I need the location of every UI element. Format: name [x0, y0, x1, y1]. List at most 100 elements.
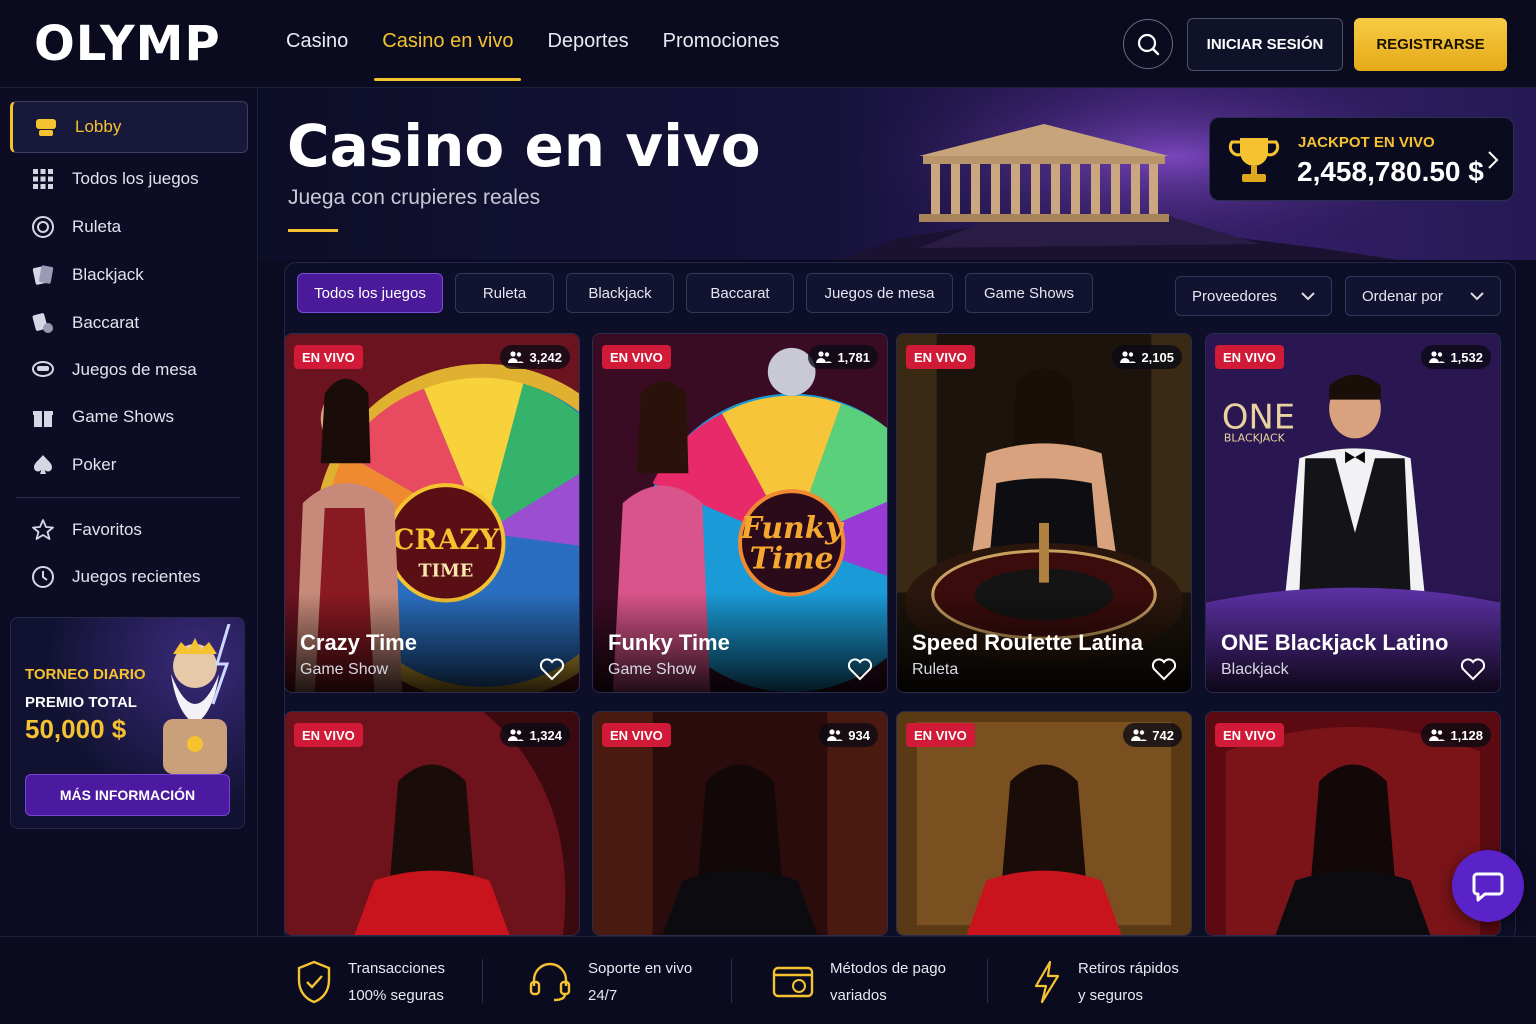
heart-icon[interactable] — [1151, 657, 1177, 681]
feature-line2: y seguros — [1078, 987, 1144, 1004]
filter-baccarat[interactable]: Baccarat — [686, 273, 794, 313]
game-name: ONE Blackjack Latino — [1221, 630, 1449, 655]
sidebar-item-label: Poker — [72, 455, 117, 474]
heart-icon[interactable] — [1460, 657, 1486, 681]
providers-dropdown[interactable]: Proveedores — [1175, 276, 1332, 316]
sidebar-item-label: Blackjack — [72, 265, 144, 284]
sidebar-item-lobby[interactable]: Lobby — [10, 101, 248, 153]
svg-text:Time: Time — [750, 542, 834, 577]
game-card-dealer-1[interactable]: EN VIVO 1,324 — [284, 711, 580, 936]
sidebar-item-baccarat[interactable]: Baccarat — [10, 297, 248, 349]
search-icon — [1137, 33, 1160, 56]
tournament-promo: TORNEO DIARIO PREMIO TOTAL 50,000 $ MÁS … — [10, 617, 245, 829]
players-count: 1,324 — [500, 723, 570, 747]
feature-line1: Métodos de pago — [830, 960, 946, 977]
game-name: Speed Roulette Latina — [912, 630, 1144, 655]
nav-deportes[interactable]: Deportes — [547, 30, 628, 67]
cards-icon — [30, 262, 56, 288]
page-title: Casino en vivo — [287, 112, 761, 180]
shield-check-icon — [297, 960, 331, 1004]
filter-todos-los-juegos[interactable]: Todos los juegos — [297, 273, 443, 313]
users-icon — [1429, 729, 1446, 741]
search-button[interactable] — [1123, 19, 1173, 69]
nav-casino-en-vivo[interactable]: Casino en vivo — [374, 30, 522, 81]
game-card-dealer-2[interactable]: EN VIVO 934 — [592, 711, 888, 936]
top-bar: OLYMP Casino Casino en vivo Deportes Pro… — [0, 0, 1536, 88]
page-subtitle: Juega con crupieres reales — [288, 186, 541, 209]
sidebar-item-ruleta[interactable]: Ruleta — [10, 201, 248, 253]
sidebar-item-blackjack[interactable]: Blackjack — [10, 249, 248, 301]
sidebar-item-label: Juegos de mesa — [72, 360, 197, 379]
sidebar-item-label: Lobby — [75, 117, 122, 136]
sidebar-item-poker[interactable]: Poker — [10, 439, 248, 491]
game-name: Funky Time — [608, 630, 730, 655]
feature-fast-withdrawals: Retiros rápidos y seguros — [1032, 955, 1179, 1009]
table-games-icon — [30, 357, 56, 383]
login-button[interactable]: INICIAR SESIÓN — [1187, 18, 1343, 71]
players-count: 1,532 — [1421, 345, 1491, 369]
svg-text:BLACKJACK: BLACKJACK — [1224, 431, 1286, 444]
main-nav: Casino Casino en vivo Deportes Promocion… — [286, 30, 780, 81]
live-badge: EN VIVO — [1215, 723, 1284, 747]
nav-casino[interactable]: Casino — [286, 30, 348, 67]
filter-ruleta[interactable]: Ruleta — [455, 273, 554, 313]
feature-line1: Transacciones — [348, 960, 445, 977]
title-underline — [288, 229, 338, 232]
game-card-funky-time[interactable]: Funky Time EN VIVO 1,781 Funky Time Game… — [592, 333, 888, 693]
game-card-speed-roulette-latina[interactable]: EN VIVO 2,105 Speed Roulette Latina Rule… — [896, 333, 1192, 693]
game-category: Game Show — [608, 661, 697, 678]
live-badge: EN VIVO — [294, 723, 363, 747]
sort-dropdown[interactable]: Ordenar por — [1345, 276, 1501, 316]
sidebar-item-favoritos[interactable]: Favoritos — [10, 504, 248, 556]
svg-text:Funky: Funky — [740, 511, 846, 546]
users-icon — [816, 351, 833, 363]
users-icon — [508, 351, 525, 363]
users-icon — [508, 729, 525, 741]
svg-text:CRAZY: CRAZY — [392, 523, 500, 556]
footer-features: Transacciones 100% seguras Soporte en viv… — [0, 936, 1536, 1024]
users-icon — [1131, 729, 1148, 741]
promo-info-button[interactable]: MÁS INFORMACIÓN — [25, 774, 230, 816]
heart-icon[interactable] — [847, 657, 873, 681]
baccarat-icon — [30, 310, 56, 336]
filter-blackjack[interactable]: Blackjack — [566, 273, 674, 313]
live-badge: EN VIVO — [1215, 345, 1284, 369]
register-button[interactable]: REGISTRARSE — [1354, 18, 1507, 71]
sidebar-item-label: Todos los juegos — [72, 169, 199, 188]
live-chat-button[interactable] — [1452, 850, 1524, 922]
sidebar-item-juegos-recientes[interactable]: Juegos recientes — [10, 551, 248, 603]
sidebar-item-label: Juegos recientes — [72, 567, 201, 586]
sidebar-item-juegos-de-mesa[interactable]: Juegos de mesa — [10, 344, 248, 396]
jackpot-value: 2,458,780.50 $ — [1297, 156, 1484, 187]
filter-game-shows[interactable]: Game Shows — [965, 273, 1093, 313]
game-card-one-blackjack-latino[interactable]: ONE BLACKJACK EN VIVO 1,532 ONE Blackjac… — [1205, 333, 1501, 693]
trophy-icon — [1228, 138, 1280, 182]
players-count: 1,781 — [808, 345, 878, 369]
headset-icon — [529, 962, 571, 1002]
olymp-logo[interactable]: OLYMP — [34, 16, 221, 72]
sidebar-item-label: Favoritos — [72, 520, 142, 539]
sidebar-item-label: Baccarat — [72, 313, 140, 332]
game-card-dealer-3[interactable]: EN VIVO 742 — [896, 711, 1192, 936]
sidebar-item-game-shows[interactable]: Game Shows — [10, 391, 248, 443]
sidebar-item-todos-los-juegos[interactable]: Todos los juegos — [10, 153, 248, 205]
game-name: Crazy Time — [300, 630, 417, 655]
feature-payment-methods: Métodos de pago variados — [772, 955, 946, 1009]
chevron-right-icon — [1488, 151, 1499, 169]
jackpot-widget[interactable]: JACKPOT EN VIVO 2,458,780.50 $ — [1209, 117, 1514, 201]
sidebar-divider — [16, 497, 240, 498]
footer-divider — [731, 959, 732, 1003]
providers-label: Proveedores — [1192, 287, 1278, 305]
gift-icon — [30, 404, 56, 430]
game-card-crazy-time[interactable]: CRAZY TIME EN VIVO 3,242 Crazy Time Game… — [284, 333, 580, 693]
svg-text:TIME: TIME — [418, 561, 473, 582]
sidebar-item-label: Ruleta — [72, 217, 122, 236]
feature-line2: 100% seguras — [348, 987, 444, 1004]
filter-juegos-de-mesa[interactable]: Juegos de mesa — [806, 273, 953, 313]
heart-icon[interactable] — [539, 657, 565, 681]
nav-promociones[interactable]: Promociones — [663, 30, 780, 67]
feature-line2: 24/7 — [588, 987, 618, 1004]
live-badge: EN VIVO — [602, 345, 671, 369]
players-count: 742 — [1123, 723, 1182, 747]
footer-divider — [987, 959, 988, 1003]
